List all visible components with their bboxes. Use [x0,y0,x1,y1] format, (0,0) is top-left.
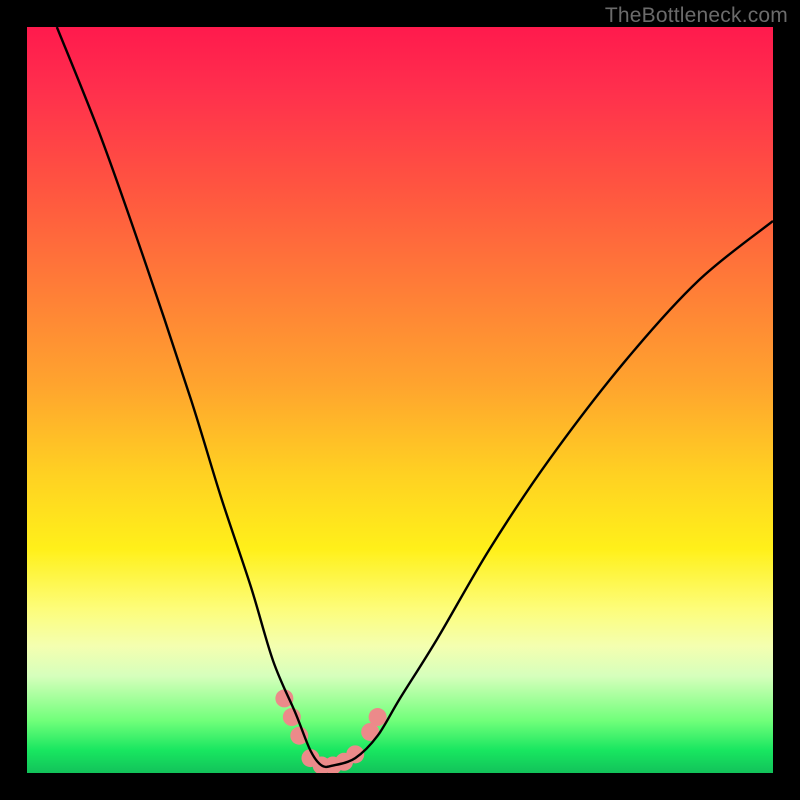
watermark-text: TheBottleneck.com [605,4,788,28]
chart-svg [27,27,773,773]
chart-area [27,27,773,773]
markers-group [275,689,386,773]
data-marker [369,708,387,726]
bottleneck-curve [57,27,773,767]
